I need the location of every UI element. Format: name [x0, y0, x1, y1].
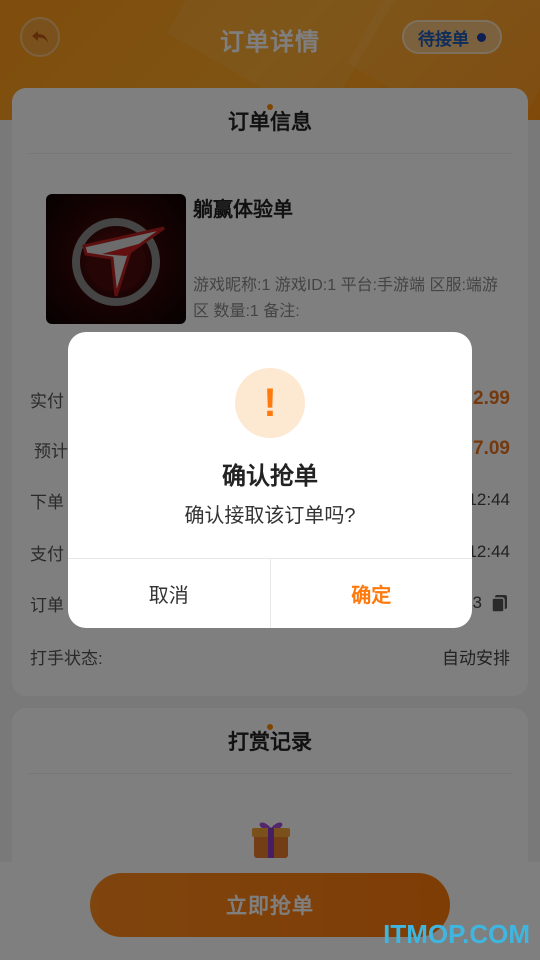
confirm-button[interactable]: 确定: [269, 559, 473, 628]
dialog-title: 确认抢单: [222, 463, 318, 490]
watermark: ITMOP.COM: [383, 919, 530, 949]
cancel-button[interactable]: 取消: [68, 559, 270, 628]
warning-icon: !: [235, 368, 305, 438]
confirm-dialog: ! 确认抢单 确认接取该订单吗? 取消 确定: [68, 332, 472, 628]
dialog-actions: 取消 确定: [68, 558, 472, 628]
dialog-message: 确认接取该订单吗?: [184, 505, 356, 527]
